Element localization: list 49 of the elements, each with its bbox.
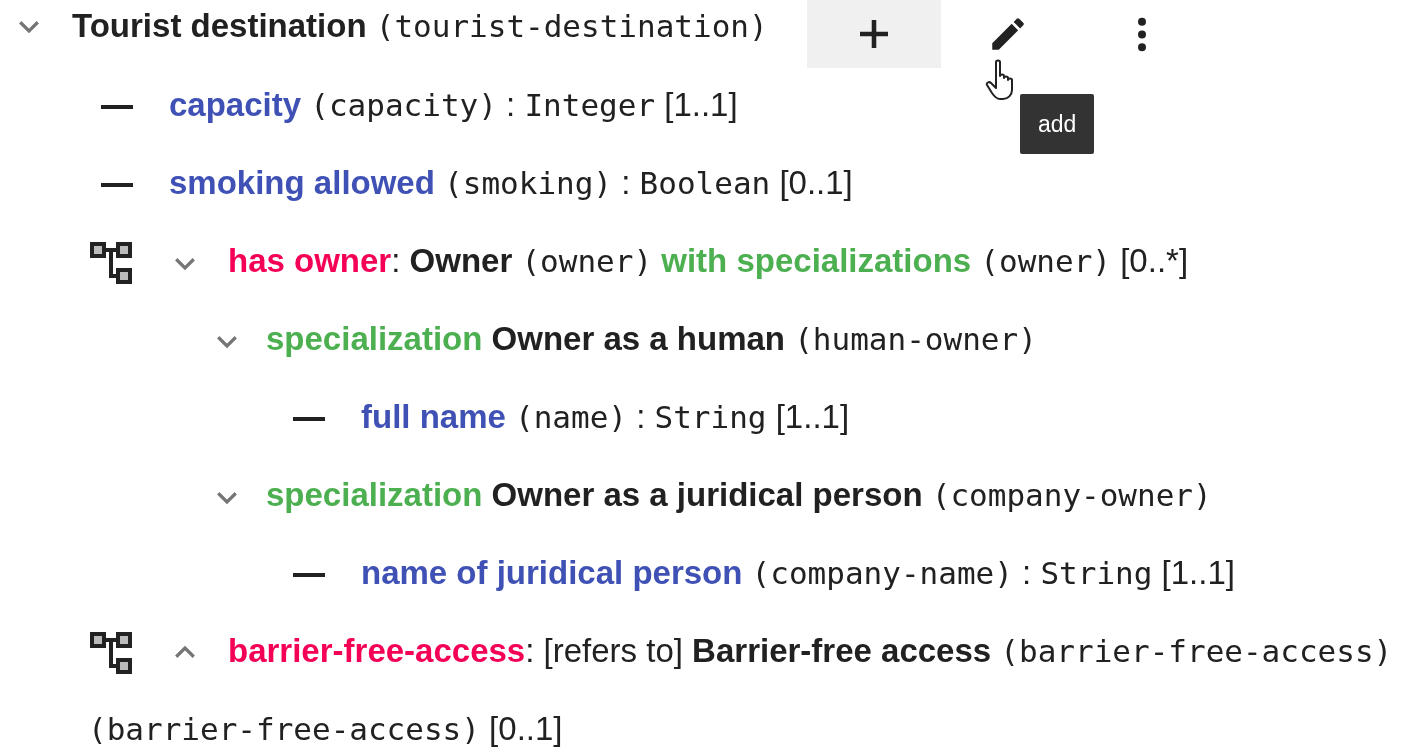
- identifier: (owner): [521, 243, 653, 279]
- class-name: Tourist destination: [72, 7, 367, 44]
- cardinality: [1..1]: [775, 398, 850, 435]
- identifier: (barrier-free-access): [88, 711, 480, 747]
- separator: :: [1022, 554, 1032, 591]
- identifier: (name): [515, 399, 627, 435]
- identifier: (tourist-destination): [375, 8, 768, 44]
- cardinality: [0..1]: [779, 164, 853, 201]
- specializations-label: with specializations: [661, 242, 972, 279]
- type-name: String: [1040, 555, 1153, 591]
- attribute-name: smoking allowed: [169, 164, 435, 201]
- attribute-name: capacity: [169, 86, 302, 123]
- identifier: (barrier-free-access): [1000, 633, 1393, 669]
- add-button[interactable]: [806, 0, 941, 68]
- identifier: (capacity): [310, 87, 497, 123]
- class-name: Barrier-free access: [692, 632, 992, 669]
- class-name: Owner as a juridical person: [491, 476, 923, 513]
- separator: :: [506, 86, 516, 123]
- dash-icon: [293, 573, 325, 578]
- dash-icon: [293, 417, 325, 422]
- attribute-name: full name: [361, 398, 506, 435]
- refers-label: [refers to]: [543, 632, 683, 669]
- specialization-label: specialization: [266, 320, 483, 357]
- attribute-name: name of juridical person: [361, 554, 743, 591]
- specialization-label: specialization: [266, 476, 483, 513]
- identifier: (human-owner): [794, 321, 1037, 357]
- cardinality: [0..1]: [489, 710, 563, 747]
- tooltip: add: [1020, 94, 1095, 154]
- cardinality: [1..1]: [1161, 554, 1235, 591]
- dash-icon: [101, 183, 133, 188]
- separator: :: [525, 632, 535, 669]
- dash-icon: [101, 105, 133, 110]
- association-name: barrier-free-access: [228, 632, 526, 669]
- identifier: (owner): [980, 243, 1111, 279]
- identifier: (smoking): [444, 165, 613, 201]
- association-name: has owner: [228, 242, 392, 279]
- separator: :: [391, 242, 401, 279]
- identifier: (company-name): [751, 555, 1013, 591]
- separator: :: [636, 398, 646, 435]
- cardinality: [1..1]: [664, 86, 738, 123]
- type-name: Integer: [524, 87, 656, 123]
- more-icon: [1137, 16, 1146, 52]
- identifier: (company-owner): [931, 477, 1212, 513]
- type-name: Boolean: [639, 165, 771, 201]
- type-name: String: [654, 399, 767, 435]
- class-name: Owner: [409, 242, 513, 279]
- class-name: Owner as a human: [491, 320, 785, 357]
- separator: :: [621, 164, 631, 201]
- cardinality: [0..*]: [1120, 242, 1189, 279]
